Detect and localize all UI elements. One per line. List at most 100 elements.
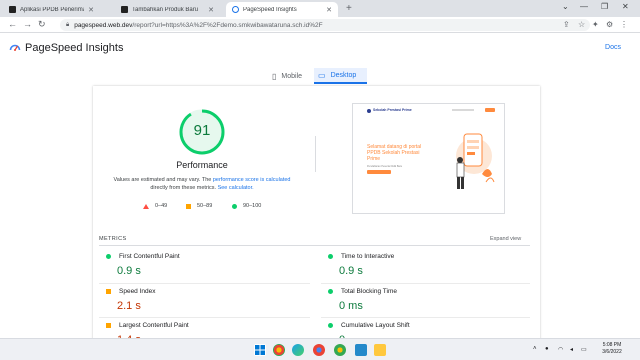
legend-average: 50–89 <box>186 203 212 209</box>
metric-separator <box>99 283 310 284</box>
school-logo-icon <box>367 109 371 113</box>
tab-label: Tambahkan Produk Baru <box>132 6 199 13</box>
metric-value: 0 ms <box>339 300 363 312</box>
close-icon[interactable]: ✕ <box>326 6 332 14</box>
tab-label: Aplikasi PPDB Penerimaan Pese… <box>20 6 84 13</box>
tab-desktop[interactable]: ▭ Desktop <box>314 68 367 84</box>
legend-poor: 0–49 <box>143 203 167 209</box>
app-favicon-icon <box>9 6 16 13</box>
thumb-site-name: Sekolah Prestasi Prime <box>373 108 412 112</box>
tray-app-icon[interactable]: ● <box>545 346 549 352</box>
metric-name: Time to Interactive <box>341 253 395 260</box>
app-header: PageSpeed Insights Docs <box>0 34 640 62</box>
speaker-icon[interactable]: ◂ <box>570 346 573 353</box>
metric-name: Cumulative Layout Shift <box>341 322 410 329</box>
chrome-profile-taskbar-icon[interactable] <box>313 344 325 356</box>
pagespeed-favicon-icon <box>232 6 239 13</box>
device-tabs: ▯ Mobile ▭ Desktop <box>0 62 640 86</box>
metric-separator <box>321 317 530 318</box>
tab-mobile-label: Mobile <box>281 72 303 80</box>
new-tab-button[interactable]: + <box>346 3 352 14</box>
browser-toolbar: ← → ↻ 🔒︎ pagespeed.web.dev/report?url=ht… <box>0 17 640 33</box>
battery-icon[interactable]: ▭ <box>581 346 587 353</box>
average-square-icon <box>106 289 111 294</box>
browser-tab-produk[interactable]: Tambahkan Produk Baru ✕ <box>115 2 220 17</box>
thumb-hero-subtext: Pendaftaran Peserta Didik Baru <box>367 165 403 168</box>
metrics-divider <box>99 245 530 246</box>
good-circle-icon <box>328 289 333 294</box>
metric-speed-index: Speed Index 2.1 s <box>106 288 306 312</box>
tab-desktop-label: Desktop <box>330 71 357 79</box>
app-favicon-icon <box>121 6 128 13</box>
good-circle-icon <box>328 323 333 328</box>
metric-name: Largest Contentful Paint <box>119 322 189 329</box>
thumb-navbar: Sekolah Prestasi Prime <box>353 104 504 118</box>
file-explorer-taskbar-icon[interactable] <box>374 344 386 356</box>
thumb-hero-text: Selamat datang di portal PPDB Sekolah Pr… <box>367 144 422 162</box>
close-icon[interactable]: ✕ <box>208 6 214 14</box>
browser-tab-ppdb[interactable]: Aplikasi PPDB Penerimaan Pese… ✕ <box>3 2 100 17</box>
metric-time-to-interactive: Time to Interactive 0.9 s <box>328 253 528 277</box>
vscode-taskbar-icon[interactable] <box>355 344 367 356</box>
system-clock[interactable]: 5:08 PM 3/6/2022 <box>592 342 632 356</box>
app-title: PageSpeed Insights <box>25 42 124 54</box>
performance-note: Values are estimated and may vary. The p… <box>113 177 291 191</box>
extension-icon[interactable]: ✦ <box>592 20 599 29</box>
browser-tab-pagespeed[interactable]: PageSpeed Insights ✕ <box>226 2 338 17</box>
average-square-icon <box>106 323 111 328</box>
windows-taskbar: ˄ ● ◠ ◂ ▭ 5:08 PM 3/6/2022 <box>0 338 640 360</box>
tab-mobile[interactable]: ▯ Mobile <box>268 68 306 84</box>
metric-first-contentful-paint: First Contentful Paint 0.9 s <box>106 253 306 277</box>
share-icon[interactable]: ⇪ <box>563 20 570 29</box>
reload-icon[interactable]: ↻ <box>38 19 46 30</box>
metric-name: Total Blocking Time <box>341 288 397 295</box>
see-calculator-link[interactable]: See calculator. <box>218 185 254 191</box>
close-icon[interactable]: ✕ <box>88 6 94 14</box>
metric-value: 2.1 s <box>117 300 141 312</box>
browser-tab-strip: Aplikasi PPDB Penerimaan Pese… ✕ Tambahk… <box>0 0 640 17</box>
menu-kebab-icon[interactable]: ⋮ <box>620 20 628 29</box>
legend-good: 90–100 <box>232 203 261 209</box>
edge-taskbar-icon[interactable] <box>292 344 304 356</box>
docs-link[interactable]: Docs <box>605 44 621 51</box>
tab-label: PageSpeed Insights <box>243 6 297 13</box>
poor-triangle-icon <box>143 203 149 209</box>
score-calculated-link[interactable]: performance score is calculated <box>213 177 291 183</box>
chevron-up-icon[interactable]: ˄ <box>533 346 537 352</box>
thumb-hero-button <box>367 170 391 174</box>
metric-total-blocking-time: Total Blocking Time 0 ms <box>328 288 528 312</box>
tab-search-icon[interactable]: ⌄ <box>562 2 569 11</box>
metrics-header: METRICS <box>99 236 127 242</box>
mobile-phone-icon: ▯ <box>272 71 277 81</box>
wifi-icon[interactable]: ◠ <box>558 346 563 353</box>
desktop-monitor-icon: ▭ <box>318 70 326 80</box>
good-circle-icon <box>328 254 333 259</box>
bookmark-star-icon[interactable]: ☆ <box>578 20 585 29</box>
metric-name: Speed Index <box>119 288 156 295</box>
metric-separator <box>321 283 530 284</box>
metric-value: 0.9 s <box>339 265 363 277</box>
windows-start-icon[interactable] <box>254 344 266 356</box>
metric-value: 0.9 s <box>117 265 141 277</box>
puzzle-icon[interactable]: ⚙ <box>606 20 613 29</box>
address-bar[interactable]: 🔒︎ pagespeed.web.dev/report?url=https%3A… <box>60 19 590 31</box>
divider <box>315 136 316 172</box>
expand-view-button[interactable]: Expand view <box>490 236 521 242</box>
average-square-icon <box>186 203 191 209</box>
pagespeed-logo-icon <box>9 44 21 51</box>
close-window-icon[interactable]: ✕ <box>622 2 629 11</box>
back-icon[interactable]: ← <box>8 19 17 29</box>
performance-score-value: 91 <box>193 122 211 139</box>
maximize-icon[interactable]: ❐ <box>601 2 608 11</box>
metric-separator <box>99 317 310 318</box>
url-text: pagespeed.web.dev/report?url=https%3A%2F… <box>74 21 323 29</box>
minimize-icon[interactable]: — <box>580 2 588 11</box>
good-circle-icon <box>232 203 237 209</box>
thumb-menu <box>452 109 474 111</box>
chrome-alt-taskbar-icon[interactable] <box>334 344 346 356</box>
final-screenshot-thumbnail[interactable]: Sekolah Prestasi Prime Selamat datang di… <box>352 103 505 214</box>
thumb-nav-button <box>485 108 495 112</box>
forward-icon[interactable]: → <box>23 19 32 29</box>
metric-name: First Contentful Paint <box>119 253 180 260</box>
chrome-taskbar-icon[interactable] <box>273 344 285 356</box>
